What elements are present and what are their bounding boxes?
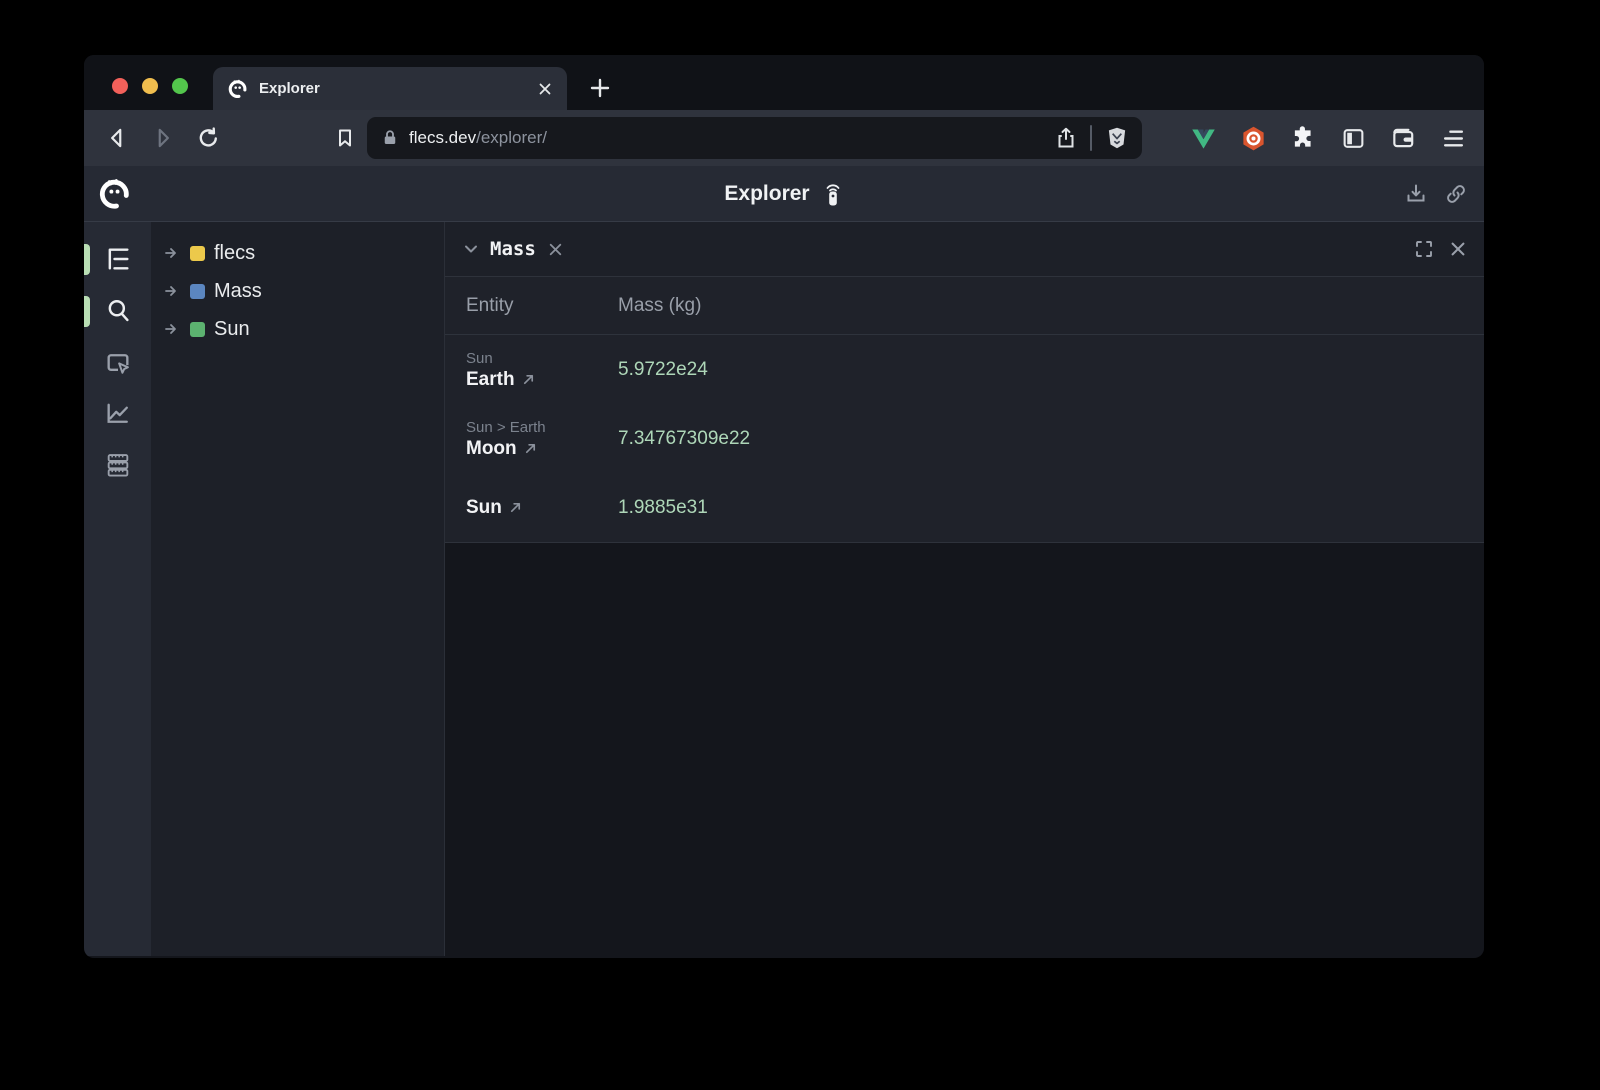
column-header-entity: Entity [466, 295, 618, 317]
menu-icon[interactable] [1438, 123, 1468, 153]
active-pill-search [84, 296, 90, 327]
expand-arrow-icon[interactable] [163, 320, 181, 338]
url-path: /explorer/ [476, 128, 547, 147]
entity-parent-path: Sun > Earth [466, 418, 618, 438]
entity-link[interactable]: Moon [466, 438, 618, 460]
explorer-header: Explorer [84, 166, 1484, 222]
browser-window: Explorer [84, 55, 1484, 958]
new-tab-button[interactable] [585, 73, 615, 103]
entity-color-swatch [190, 322, 205, 337]
mass-value: 5.9722e24 [618, 359, 1484, 381]
icon-rail [84, 222, 151, 956]
inspect-icon[interactable] [103, 349, 133, 379]
sidebar-icon[interactable] [1338, 123, 1368, 153]
extensions-puzzle-icon[interactable] [1288, 123, 1318, 153]
url-domain: flecs.dev [409, 128, 476, 147]
entity-name: Moon [466, 438, 517, 460]
panel-close-icon[interactable] [1449, 240, 1467, 258]
entity-cell: Sun Earth [466, 349, 618, 391]
address-bar[interactable]: flecs.dev/explorer/ [367, 117, 1142, 159]
open-entity-icon [522, 373, 535, 386]
table-row: Sun Earth 5.9722e24 [445, 335, 1484, 404]
entity-link[interactable]: Earth [466, 369, 618, 391]
url-text: flecs.dev/explorer/ [409, 128, 1054, 148]
search-icon[interactable] [103, 295, 133, 325]
browser-toolbar: flecs.dev/explorer/ [84, 110, 1484, 166]
entity-link[interactable]: Sun [466, 497, 618, 519]
tree-item-sun[interactable]: Sun [151, 310, 444, 348]
query-result-table: Entity Mass (kg) Sun Earth 5.9722e24 [445, 277, 1484, 543]
brave-shield-icon[interactable] [1104, 125, 1130, 151]
query-close-icon[interactable] [547, 241, 564, 258]
browser-tab[interactable]: Explorer [213, 67, 567, 110]
remote-icon[interactable] [822, 181, 844, 207]
reload-icon[interactable] [192, 121, 225, 155]
entity-name: Earth [466, 369, 515, 391]
entity-parent-path: Sun [466, 349, 618, 369]
hex-extension-icon[interactable] [1238, 123, 1268, 153]
fullscreen-icon[interactable] [1414, 239, 1434, 259]
open-entity-icon [524, 442, 537, 455]
table-header-row: Entity Mass (kg) [445, 277, 1484, 335]
entity-cell: Sun [466, 497, 618, 519]
open-entity-icon [509, 501, 522, 514]
page-title: Explorer [724, 182, 809, 206]
bookmark-icon[interactable] [328, 121, 361, 155]
expand-arrow-icon[interactable] [163, 244, 181, 262]
page-title-wrap: Explorer [84, 181, 1484, 207]
share-icon[interactable] [1054, 126, 1078, 150]
active-pill-tree [84, 244, 90, 275]
mass-value: 1.9885e31 [618, 497, 1484, 519]
lock-icon [381, 129, 399, 147]
stats-icon[interactable] [103, 398, 133, 428]
query-title: Mass [490, 238, 536, 260]
entity-tree: flecs Mass Sun [151, 222, 444, 956]
wallet-icon[interactable] [1388, 123, 1418, 153]
expand-arrow-icon[interactable] [163, 282, 181, 300]
entity-cell: Sun > Earth Moon [466, 418, 618, 460]
flecs-favicon [227, 78, 249, 100]
tree-view-icon[interactable] [103, 244, 133, 274]
entity-color-swatch [190, 246, 205, 261]
back-icon[interactable] [100, 121, 133, 155]
query-panel-header: Mass [445, 222, 1484, 277]
panel-actions [1414, 239, 1467, 259]
column-header-mass: Mass (kg) [618, 295, 1484, 317]
traffic-lights [112, 78, 188, 94]
zoom-window-button[interactable] [172, 78, 188, 94]
tree-item-label: Sun [214, 318, 250, 341]
minimize-window-button[interactable] [142, 78, 158, 94]
vue-devtools-icon[interactable] [1188, 123, 1218, 153]
entity-name: Sun [466, 497, 502, 519]
tree-item-mass[interactable]: Mass [151, 272, 444, 310]
extension-icons [1188, 123, 1468, 153]
forward-icon[interactable] [146, 121, 179, 155]
query-panel: Mass Entity [444, 222, 1484, 956]
mass-value: 7.34767309e22 [618, 428, 1484, 450]
tree-item-label: Mass [214, 280, 262, 303]
tab-close-icon[interactable] [537, 81, 553, 97]
query-panel-empty-area [445, 543, 1484, 956]
tree-item-label: flecs [214, 242, 255, 265]
table-row: Sun > Earth Moon 7.34767309e22 [445, 404, 1484, 473]
table-row: Sun 1.9885e31 [445, 473, 1484, 542]
entity-color-swatch [190, 284, 205, 299]
tree-item-flecs[interactable]: flecs [151, 234, 444, 272]
close-window-button[interactable] [112, 78, 128, 94]
main-content: flecs Mass Sun [84, 222, 1484, 956]
memory-icon[interactable] [103, 450, 133, 480]
chevron-down-icon[interactable] [462, 240, 480, 258]
divider [1090, 125, 1092, 151]
tab-title: Explorer [259, 80, 527, 97]
tab-bar: Explorer [84, 55, 1484, 110]
